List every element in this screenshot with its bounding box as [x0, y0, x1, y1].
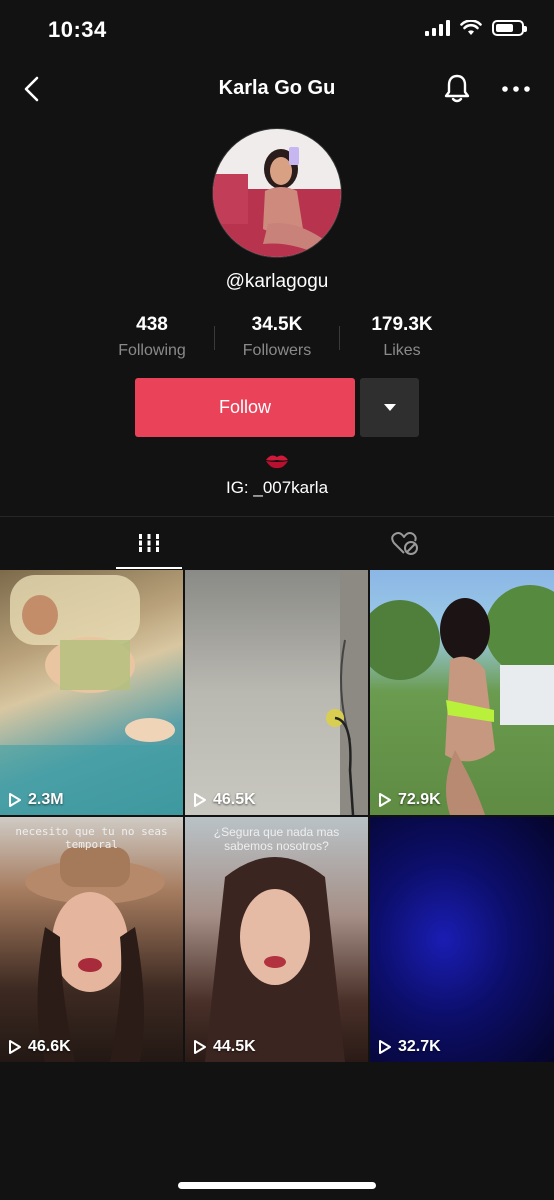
clock: 10:34 [48, 17, 107, 42]
video-thumbnail[interactable]: necesito que tu no seas temporal 46.6K [0, 817, 183, 1062]
notification-button[interactable] [442, 72, 472, 104]
view-count: 46.6K [8, 1038, 71, 1056]
profile-header: Karla Go Gu [0, 62, 554, 116]
thumbnail-image [326, 570, 368, 815]
tab-liked[interactable] [277, 517, 554, 571]
battery-icon [492, 20, 527, 36]
stat-label: Likes [383, 342, 421, 359]
view-count: 32.7K [378, 1038, 441, 1056]
stat-value: 179.3K [371, 314, 433, 335]
play-icon [194, 1040, 206, 1054]
video-thumbnail[interactable]: 72.9K [370, 570, 554, 815]
play-icon [9, 1040, 21, 1054]
wifi-icon [460, 20, 482, 35]
video-thumbnail[interactable]: 2.3M [0, 570, 183, 815]
profile-handle: @karlagogu [225, 271, 329, 292]
profile-stats: 438 Following 34.5K Followers 179.3K Lik… [90, 314, 464, 360]
video-thumbnail[interactable]: 32.7K [370, 817, 554, 1062]
avatar[interactable] [212, 128, 342, 258]
liked-hidden-icon [391, 532, 418, 555]
caret-down-icon [384, 404, 396, 411]
view-count-text: 2.3M [28, 791, 64, 808]
thumbnail-image [25, 847, 165, 1062]
video-caption: ¿Segura que nada mas sabemos nosotros? [213, 825, 340, 853]
status-icons [425, 20, 527, 36]
kiss-mark-icon [266, 455, 288, 469]
stat-following[interactable]: 438 Following [90, 314, 214, 360]
view-count: 72.9K [378, 791, 441, 809]
play-icon [194, 793, 206, 807]
bell-icon [444, 74, 470, 103]
video-thumbnail[interactable]: ¿Segura que nada mas sabemos nosotros? 4… [185, 817, 368, 1062]
play-icon [379, 1040, 391, 1054]
suggested-accounts-button[interactable] [360, 378, 419, 437]
stat-value: 438 [136, 314, 168, 335]
avatar-photo [213, 129, 341, 257]
video-grid: 2.3M 46.5K 72.9K necesito que tu no seas… [0, 570, 554, 1062]
stat-followers[interactable]: 34.5K Followers [215, 314, 339, 360]
more-options-button[interactable] [500, 74, 532, 104]
stat-label: Followers [242, 342, 312, 359]
thumbnail-image [0, 575, 183, 815]
video-caption: necesito que tu no seas temporal [15, 825, 168, 851]
bio-emoji [0, 452, 554, 475]
follow-button[interactable]: Follow [135, 378, 355, 437]
stat-likes[interactable]: 179.3K Likes [340, 314, 464, 360]
thumbnail-image [205, 857, 345, 1062]
profile-bio: IG: _007karla [225, 478, 329, 497]
view-count-text: 46.5K [213, 791, 256, 808]
view-count-text: 46.6K [28, 1038, 71, 1055]
view-count-text: 44.5K [213, 1038, 256, 1055]
play-icon [379, 793, 391, 807]
status-bar: 10:34 [0, 0, 554, 60]
stat-label: Following [118, 342, 186, 359]
cellular-signal-icon [425, 20, 450, 36]
thumbnail-image [370, 585, 554, 815]
more-horizontal-icon [502, 86, 530, 92]
grid-icon [138, 534, 160, 552]
view-count-text: 72.9K [398, 791, 441, 808]
view-count: 44.5K [193, 1038, 256, 1056]
play-icon [9, 793, 21, 807]
stat-value: 34.5K [251, 314, 303, 335]
view-count: 46.5K [193, 791, 256, 809]
profile-tabs [0, 516, 554, 570]
view-count: 2.3M [8, 791, 64, 809]
active-tab-indicator [116, 567, 182, 569]
home-indicator[interactable] [178, 1182, 376, 1189]
video-thumbnail[interactable]: 46.5K [185, 570, 368, 815]
view-count-text: 32.7K [398, 1038, 441, 1055]
tab-videos[interactable] [0, 517, 277, 571]
